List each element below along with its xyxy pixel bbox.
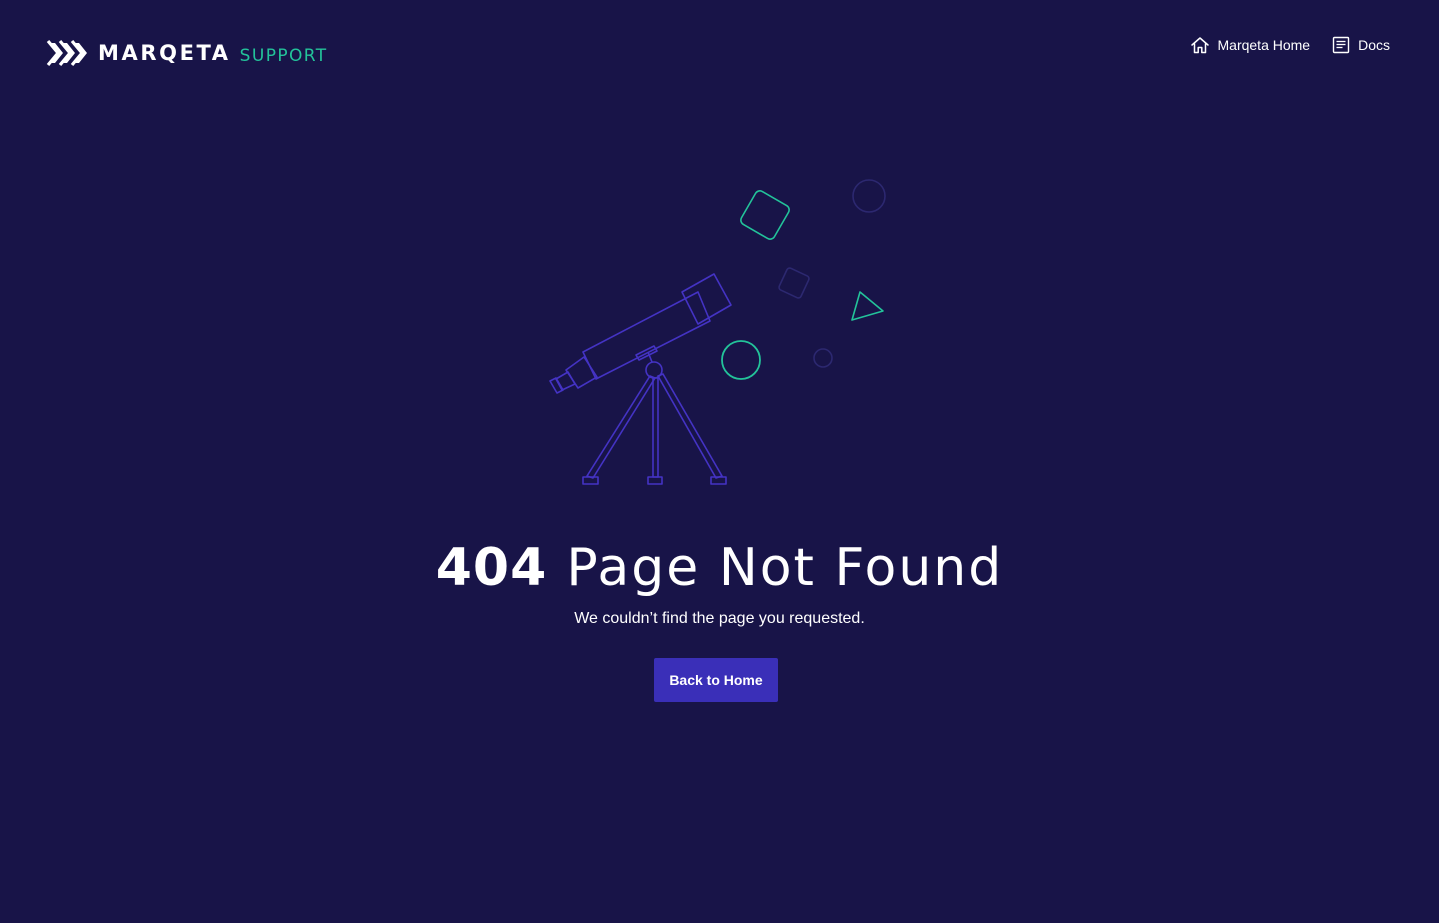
logo-sub-text: SUPPORT bbox=[239, 45, 328, 66]
floating-square-green bbox=[740, 190, 790, 240]
floating-circle-outline bbox=[852, 179, 886, 213]
page-title: 404 Page Not Found bbox=[0, 536, 1439, 600]
nav-docs-link[interactable]: Docs bbox=[1332, 36, 1390, 54]
nav-docs-label: Docs bbox=[1358, 37, 1390, 53]
telescope-illustration bbox=[549, 179, 886, 485]
top-nav: Marqeta Home Docs bbox=[1168, 36, 1390, 54]
floating-circle-small bbox=[813, 348, 833, 368]
home-icon bbox=[1190, 37, 1209, 54]
header: MARQETA SUPPORT Marqeta Home Docs bbox=[0, 0, 1439, 100]
floating-square-purple bbox=[778, 267, 810, 299]
error-description: We couldn’t find the page you requested. bbox=[574, 610, 865, 627]
marqeta-logo-icon bbox=[46, 39, 87, 67]
nav-marqeta-home-label: Marqeta Home bbox=[1217, 37, 1311, 53]
back-to-home-button[interactable]: Back to Home bbox=[654, 658, 778, 702]
logo-brand-text: MARQETA bbox=[98, 40, 231, 65]
error-message: Page Not Found bbox=[566, 538, 1004, 598]
floating-circle-green bbox=[721, 340, 761, 380]
error-code: 404 bbox=[435, 538, 548, 598]
logo-link[interactable]: MARQETA SUPPORT bbox=[46, 38, 328, 68]
nav-marqeta-home-link[interactable]: Marqeta Home bbox=[1190, 36, 1311, 54]
page: MARQETA SUPPORT Marqeta Home Docs 404 Pa… bbox=[0, 0, 1439, 923]
document-icon bbox=[1332, 36, 1350, 54]
floating-triangle-green bbox=[851, 291, 884, 321]
